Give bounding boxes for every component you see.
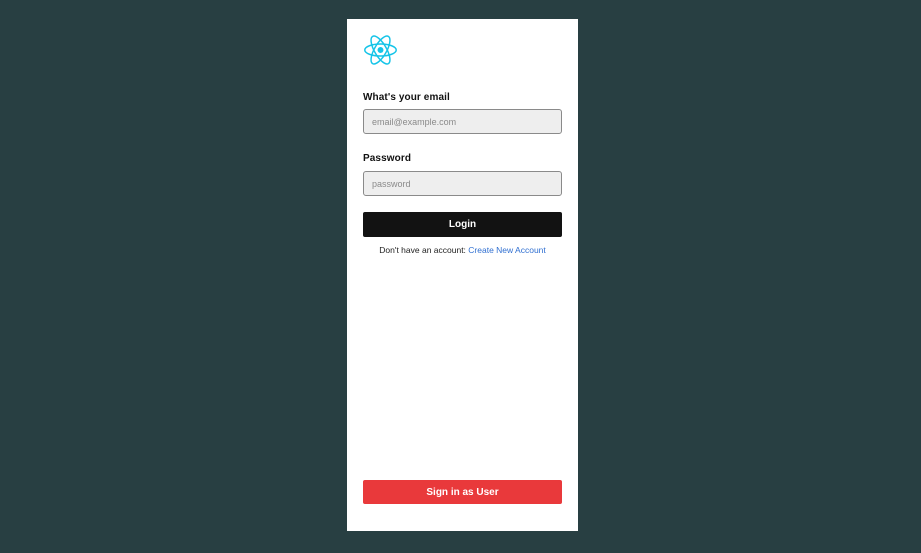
- create-account-link[interactable]: Create New Account: [468, 245, 545, 255]
- sign-in-as-user-button[interactable]: Sign in as User: [363, 480, 562, 504]
- login-button[interactable]: Login: [363, 212, 562, 237]
- email-field[interactable]: [363, 109, 562, 134]
- signup-prompt-line: Don't have an account: Create New Accoun…: [347, 245, 578, 255]
- email-label: What's your email: [363, 92, 450, 103]
- signup-prompt-text: Don't have an account:: [379, 245, 469, 255]
- password-label: Password: [363, 153, 412, 164]
- login-card: What's your email Password Login Don't h…: [347, 19, 578, 531]
- react-atom-icon: [364, 35, 397, 65]
- password-field[interactable]: [363, 171, 562, 196]
